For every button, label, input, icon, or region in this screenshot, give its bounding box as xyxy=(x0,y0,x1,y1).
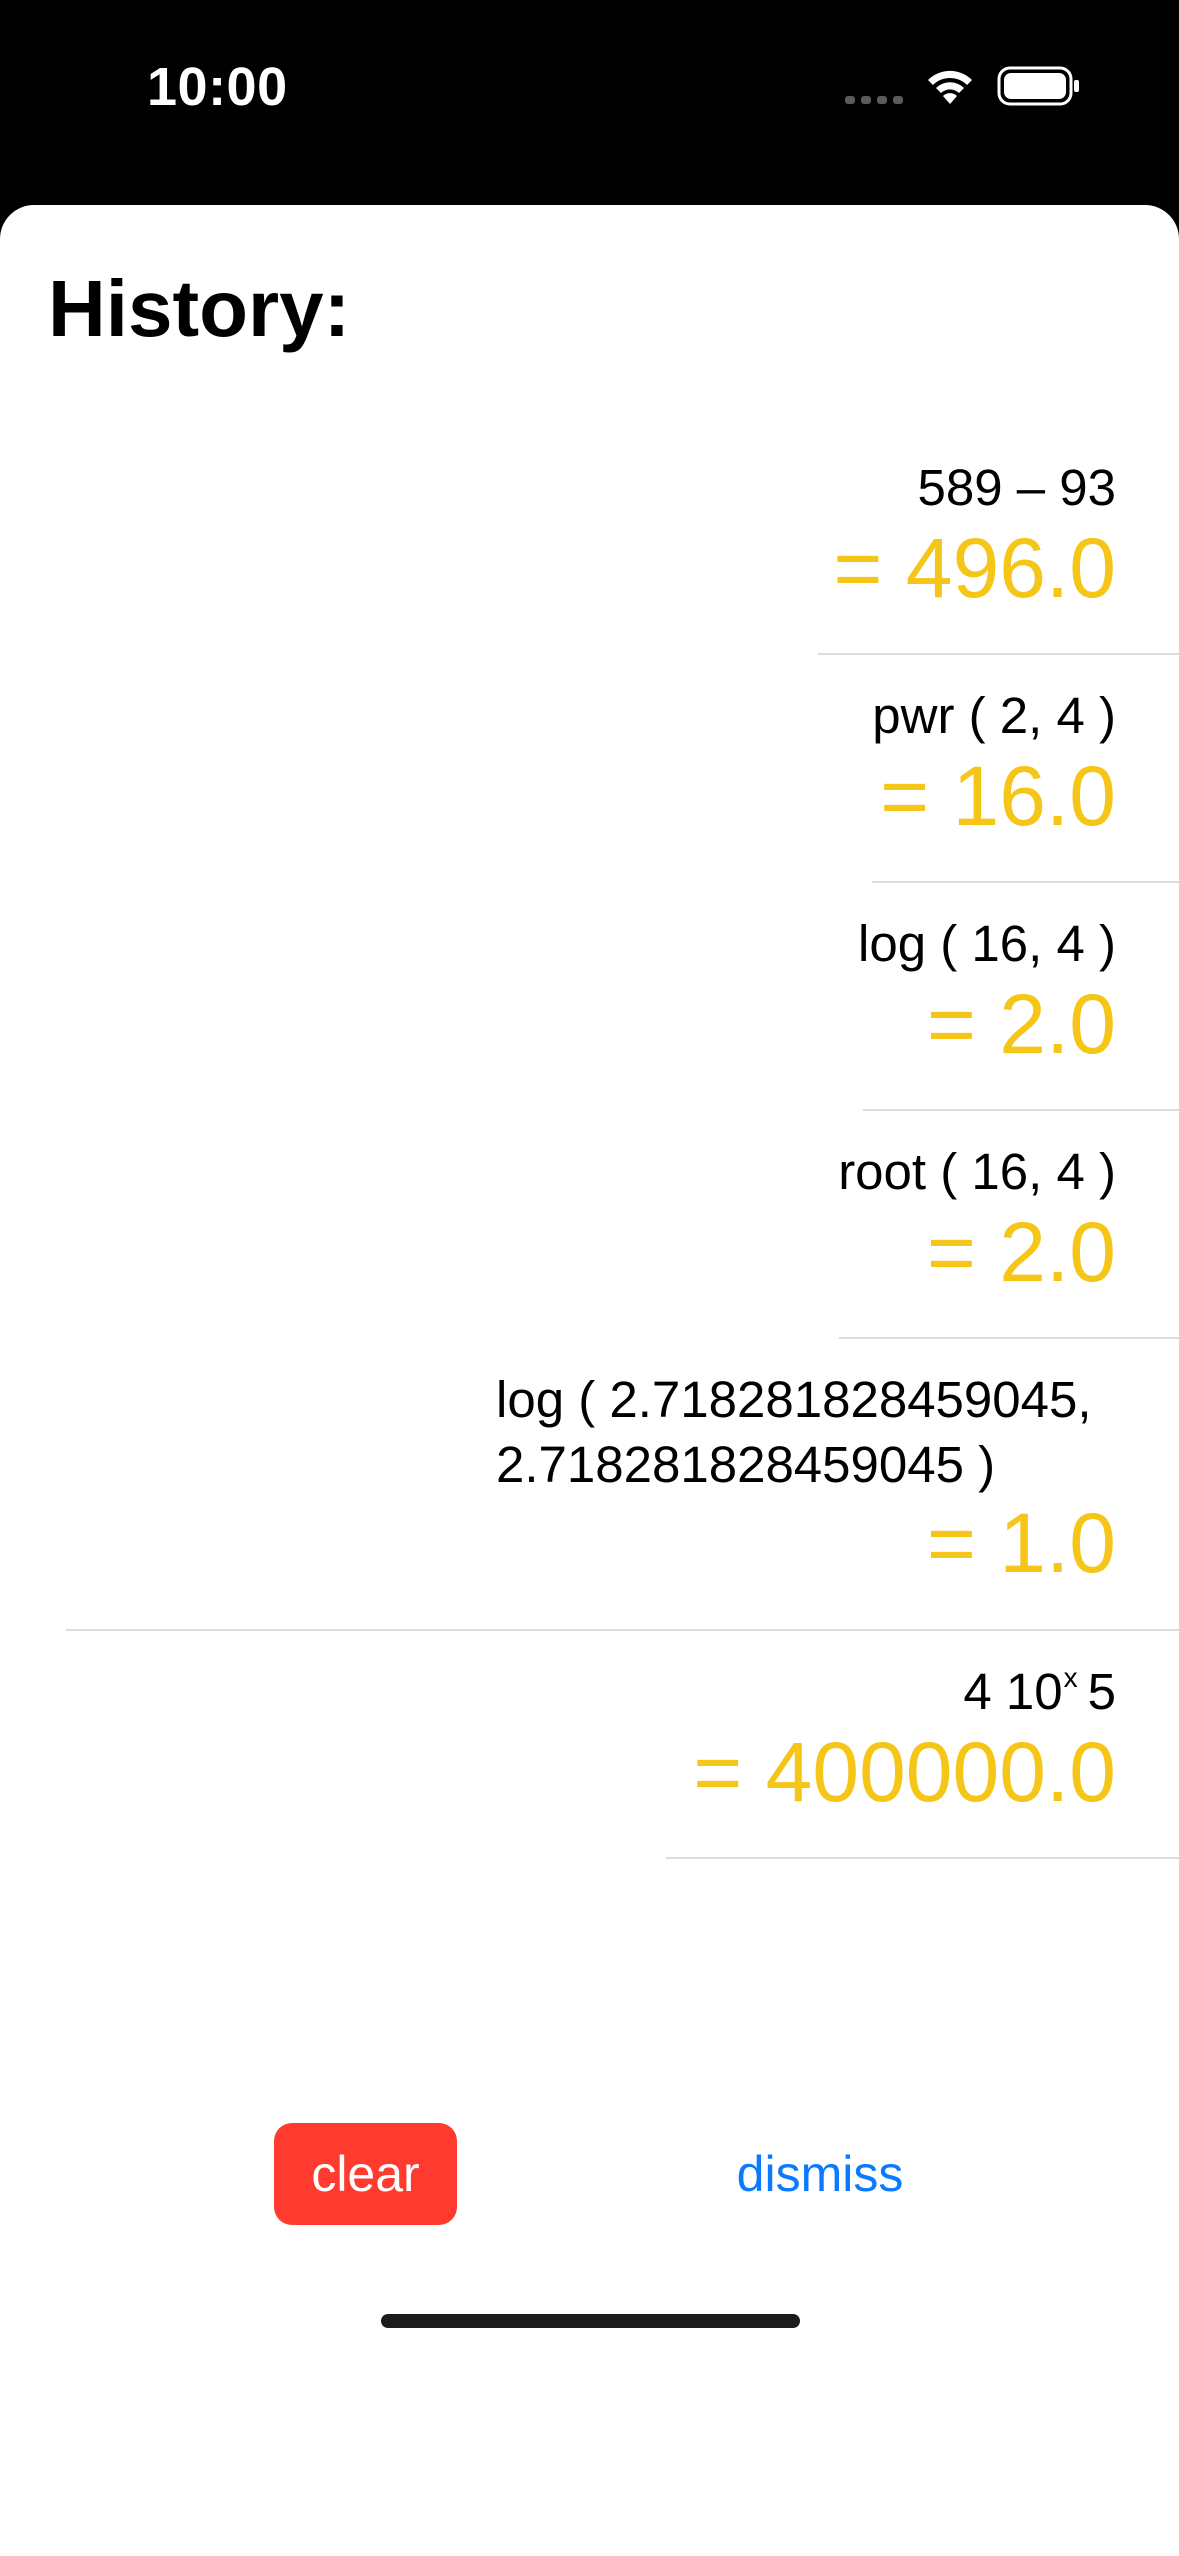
history-expression: 589 – 93 xyxy=(917,459,1116,516)
status-bar: 10:00 xyxy=(0,0,1179,205)
history-result: = 400000.0 xyxy=(693,1725,1116,1819)
history-expression: 4 10x 5 xyxy=(963,1659,1116,1724)
row-separator xyxy=(872,881,1179,883)
history-expression: log ( 16, 4 ) xyxy=(858,915,1116,972)
expression-superscript: x xyxy=(1063,1662,1078,1693)
cellular-signal-icon xyxy=(845,96,903,104)
row-separator xyxy=(818,653,1179,655)
history-result: = 2.0 xyxy=(926,1205,1116,1299)
status-time: 10:00 xyxy=(147,57,288,117)
history-list: 589 – 93 = 496.0 pwr ( 2, 4 ) = 16.0 log… xyxy=(0,205,1179,2205)
row-separator xyxy=(839,1337,1179,1339)
row-separator xyxy=(66,1629,1179,1631)
battery-icon xyxy=(997,66,1079,106)
row-separator xyxy=(666,1857,1179,1859)
row-separator xyxy=(863,1109,1179,1111)
wifi-icon xyxy=(928,70,972,104)
history-expression: pwr ( 2, 4 ) xyxy=(872,687,1116,744)
history-result: = 16.0 xyxy=(880,749,1116,843)
dismiss-button[interactable]: dismiss xyxy=(700,2123,940,2225)
history-screen: 10:00 History: 589 – 93 = 496.0 pwr (2,… xyxy=(0,0,1179,2556)
expression-rest: 5 xyxy=(1087,1663,1116,1720)
history-sheet: History: 589 – 93 = 496.0 pwr ( 2, 4 ) =… xyxy=(0,205,1179,2556)
history-expression-line1: log ( 2.718281828459045, xyxy=(496,1371,1092,1428)
history-result: = 2.0 xyxy=(926,977,1116,1071)
history-expression-line2: 2.718281828459045 ) xyxy=(496,1436,996,1493)
history-result: = 1.0 xyxy=(926,1496,1116,1590)
home-indicator[interactable] xyxy=(381,2314,800,2328)
history-expression: root ( 16, 4 ) xyxy=(838,1143,1116,1200)
expression-base: 4 10 xyxy=(963,1663,1063,1720)
history-result: = 496.0 xyxy=(833,521,1116,615)
clear-button[interactable]: clear xyxy=(274,2123,457,2225)
